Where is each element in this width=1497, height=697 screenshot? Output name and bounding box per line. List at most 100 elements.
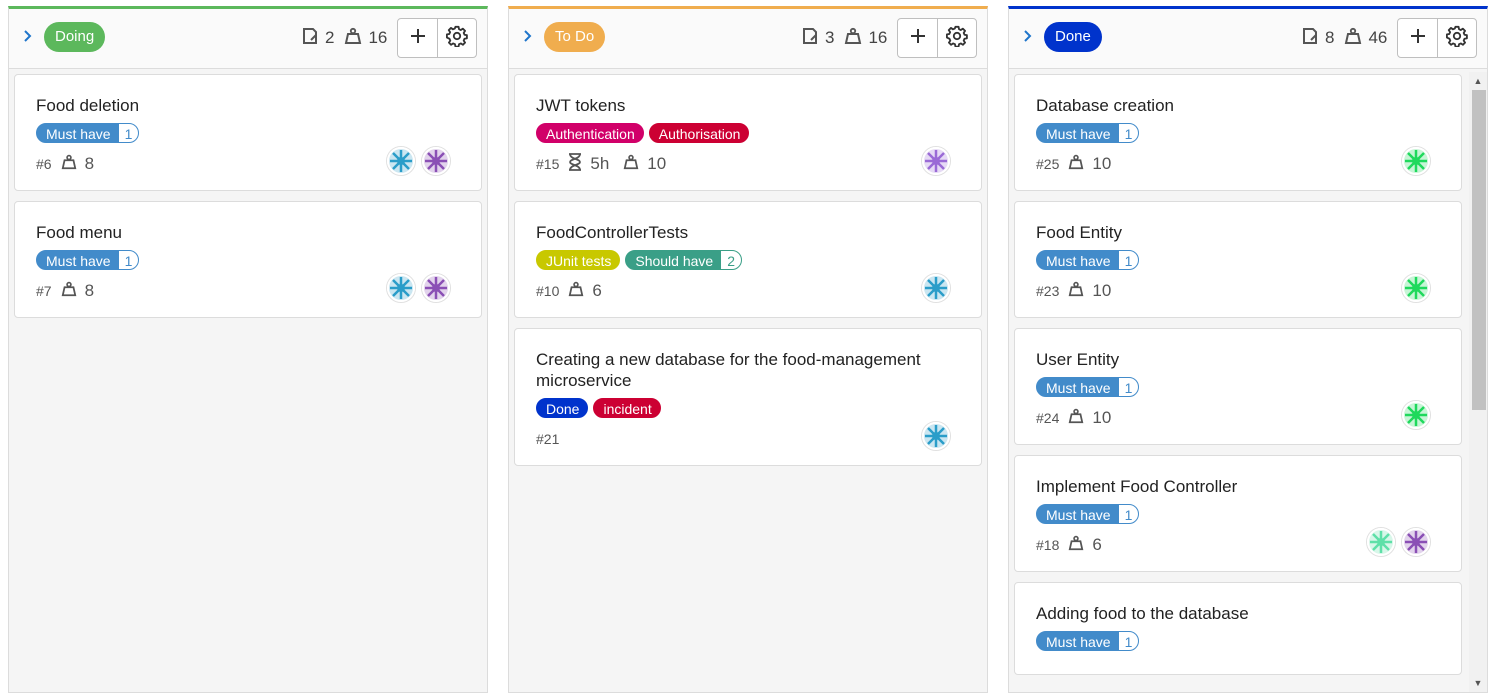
assignee-avatar[interactable] (386, 273, 416, 303)
issue-label[interactable]: Done (536, 398, 589, 418)
column-label[interactable]: Doing (44, 22, 106, 52)
scrollbar[interactable]: ▲ ▼ (1469, 72, 1487, 692)
assignees (1401, 273, 1431, 303)
column-actions (397, 18, 477, 58)
issue-number: #10 (536, 283, 560, 299)
assignee-avatar[interactable] (921, 146, 951, 176)
issue-label[interactable]: incident (593, 398, 661, 418)
time-estimate: 5h (568, 152, 610, 176)
issue-title[interactable]: Database creation (1036, 95, 1441, 116)
assignee-avatar[interactable] (921, 421, 951, 451)
column-header: To Do 3 16 (509, 9, 987, 69)
issue-label[interactable]: JUnit tests (536, 250, 621, 270)
issue-label[interactable]: Must have 1 (36, 250, 140, 270)
issue-card[interactable]: Adding food to the database Must have 1 (1014, 582, 1462, 675)
issue-labels: Must have 1 (1036, 504, 1441, 524)
issue-card[interactable]: Implement Food Controller Must have 1 #18 6 (1014, 455, 1462, 572)
column-label[interactable]: Done (1044, 22, 1102, 52)
issue-card[interactable]: FoodControllerTests JUnit tests Should hav… (514, 201, 982, 318)
issue-label[interactable]: Must have 1 (1036, 504, 1140, 524)
board: Doing 2 16 Food deletion Must have 1 #6 8 Food … (0, 0, 1497, 697)
label-value: 1 (118, 251, 139, 269)
issue-meta: #21 (536, 427, 961, 451)
assignee-avatar[interactable] (386, 146, 416, 176)
issue-count: 3 (801, 27, 834, 50)
assignee-avatar[interactable] (1401, 273, 1431, 303)
assignee-avatar[interactable] (1401, 527, 1431, 557)
issue-labels: Done incident (536, 398, 961, 418)
column-label[interactable]: To Do (544, 22, 606, 52)
issue-label[interactable]: Authorisation (648, 123, 750, 143)
issue-title[interactable]: User Entity (1036, 349, 1441, 370)
total-weight-value: 16 (868, 28, 888, 47)
assignees (386, 146, 451, 176)
issue-labels: Must have 1 (1036, 250, 1441, 270)
time-estimate-value: 5h (590, 154, 610, 173)
assignee-avatar[interactable] (1401, 400, 1431, 430)
issue-title[interactable]: Food menu (36, 222, 461, 243)
weight-icon (844, 27, 868, 50)
scroll-up-arrow[interactable]: ▲ (1473, 76, 1483, 86)
add-issue-button[interactable] (898, 19, 937, 57)
chevron-right-icon[interactable] (1023, 29, 1035, 45)
issue-weight: 10 (1068, 280, 1111, 303)
issue-card[interactable]: User Entity Must have 1 #24 10 (1014, 328, 1462, 445)
total-weight: 46 (1344, 27, 1387, 50)
issue-title[interactable]: JWT tokens (536, 95, 961, 116)
chevron-right-icon[interactable] (523, 29, 535, 45)
issue-card[interactable]: Food deletion Must have 1 #6 8 (14, 74, 482, 191)
issue-meta: #25 10 (1036, 152, 1441, 176)
issue-title[interactable]: Adding food to the database (1036, 603, 1441, 624)
card-list: JWT tokens Authentication Authorisation #15… (509, 72, 987, 692)
issue-weight-value: 6 (592, 281, 602, 300)
issue-labels: Authentication Authorisation (536, 123, 961, 143)
column-settings-button[interactable] (437, 19, 476, 57)
card-list: Food deletion Must have 1 #6 8 Food menu Must… (9, 72, 487, 692)
issues-icon (1301, 27, 1325, 50)
weight-icon (1068, 534, 1092, 557)
issue-title[interactable]: Food deletion (36, 95, 461, 116)
issue-title[interactable]: Food Entity (1036, 222, 1441, 243)
issue-label[interactable]: Must have 1 (36, 123, 140, 143)
weight-icon (344, 27, 368, 50)
add-issue-button[interactable] (398, 19, 437, 57)
issue-label[interactable]: Authentication (536, 123, 644, 143)
assignee-avatar[interactable] (1401, 146, 1431, 176)
assignees (1401, 400, 1431, 430)
assignee-avatar[interactable] (1366, 527, 1396, 557)
assignee-avatar[interactable] (921, 273, 951, 303)
issue-labels: Must have 1 (36, 123, 461, 143)
assignees (921, 273, 951, 303)
issue-card[interactable]: Database creation Must have 1 #25 10 (1014, 74, 1462, 191)
assignee-avatar[interactable] (421, 146, 451, 176)
issue-label[interactable]: Should have 2 (625, 250, 742, 270)
column-settings-button[interactable] (1437, 19, 1476, 57)
issue-title[interactable]: FoodControllerTests (536, 222, 961, 243)
assignee-avatar[interactable] (421, 273, 451, 303)
assignees (1366, 527, 1431, 557)
weight-icon (1068, 407, 1092, 430)
issue-card[interactable]: Creating a new database for the food-man… (514, 328, 982, 466)
issue-number: #25 (1036, 156, 1060, 172)
board-column-2: Done 8 46 Database creation Must have 1 #25 10 … (1008, 6, 1488, 693)
scroll-down-arrow[interactable]: ▼ (1473, 678, 1483, 688)
issue-label[interactable]: Must have 1 (1036, 631, 1140, 651)
weight-icon (1068, 280, 1092, 303)
label-value: 1 (1118, 251, 1139, 269)
scroll-thumb[interactable] (1472, 90, 1486, 410)
column-actions (1397, 18, 1477, 58)
add-issue-button[interactable] (1398, 19, 1437, 57)
issue-labels: Must have 1 (1036, 377, 1441, 397)
issue-title[interactable]: Implement Food Controller (1036, 476, 1441, 497)
issue-card[interactable]: JWT tokens Authentication Authorisation #15… (514, 74, 982, 191)
chevron-right-icon[interactable] (23, 29, 35, 45)
issue-label[interactable]: Must have 1 (1036, 250, 1140, 270)
issue-title[interactable]: Creating a new database for the food-man… (536, 349, 961, 391)
issue-label[interactable]: Must have 1 (1036, 123, 1140, 143)
column-settings-button[interactable] (937, 19, 976, 57)
issue-weight: 10 (623, 153, 666, 176)
issue-card[interactable]: Food menu Must have 1 #7 8 (14, 201, 482, 318)
issue-card[interactable]: Food Entity Must have 1 #23 10 (1014, 201, 1462, 318)
issue-label[interactable]: Must have 1 (1036, 377, 1140, 397)
issues-icon (801, 27, 825, 50)
